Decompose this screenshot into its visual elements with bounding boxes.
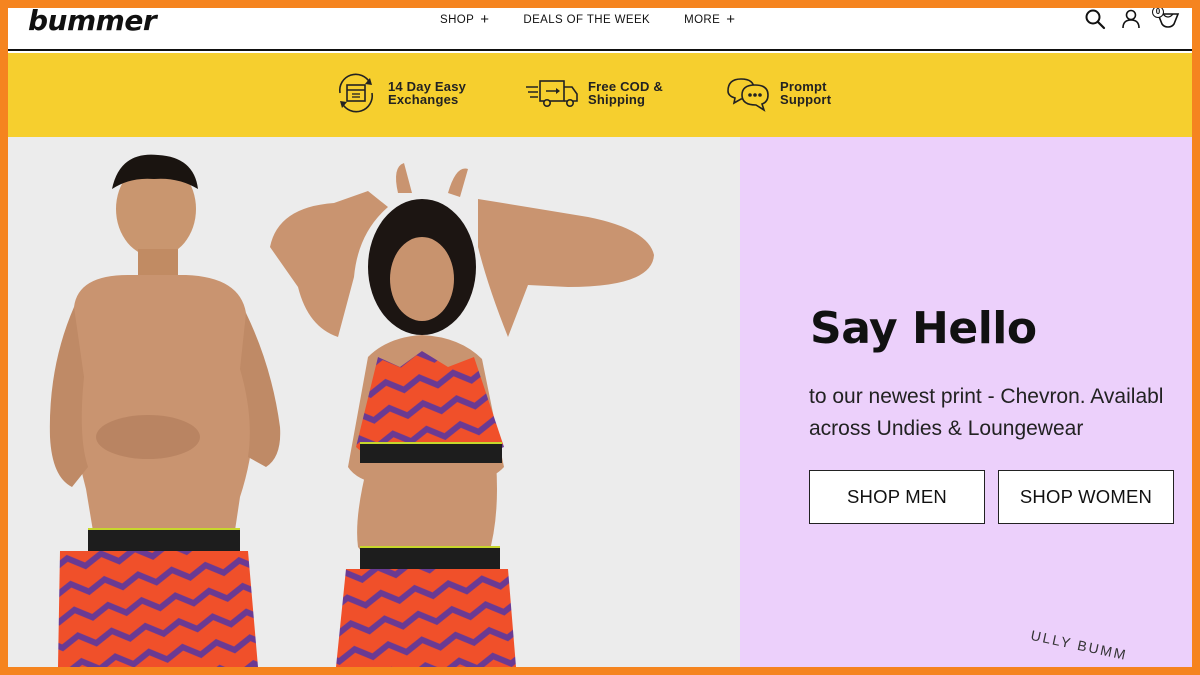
- nav-deals-of-the-week[interactable]: DEALS OF THE WEEK: [523, 12, 650, 28]
- perk-support: Prompt Support: [724, 71, 831, 115]
- hero-models-image[interactable]: [8, 137, 740, 667]
- nav-more[interactable]: MORE +: [684, 12, 735, 28]
- shop-women-button[interactable]: SHOP WOMEN: [998, 470, 1174, 524]
- hero-subtitle-line2: across Undies & Loungewear: [809, 417, 1084, 440]
- hero-headline: Say Hello: [810, 303, 1037, 354]
- brand-logo[interactable]: bummer: [28, 8, 157, 37]
- hero-subtitle-line1: to our newest print - Chevron. Availabl: [809, 385, 1164, 408]
- delivery-truck-icon: [524, 71, 580, 115]
- shop-men-button[interactable]: SHOP MEN: [809, 470, 985, 524]
- page-frame: bummer SHOP + DEALS OF THE WEEK MORE + 0…: [8, 8, 1192, 667]
- nav-shop[interactable]: SHOP +: [440, 12, 489, 28]
- male-model: [49, 154, 281, 667]
- exchange-box-icon: [332, 71, 380, 115]
- nav-more-label: MORE: [684, 14, 721, 26]
- nav-shop-label: SHOP: [440, 14, 475, 26]
- plus-icon: +: [480, 11, 490, 28]
- search-icon[interactable]: [1084, 8, 1106, 30]
- plus-icon: +: [726, 11, 736, 28]
- site-header: bummer SHOP + DEALS OF THE WEEK MORE + 0: [8, 8, 1192, 51]
- header-icons: 0: [1084, 8, 1180, 30]
- perk-shipping: Free COD & Shipping: [524, 71, 663, 115]
- perks-bar: 14 Day Easy Exchanges Free COD & Shippin…: [8, 53, 1192, 137]
- chat-bubbles-icon: [724, 71, 772, 115]
- cart-icon[interactable]: 0: [1152, 8, 1180, 30]
- circular-stamp-text: ULLY BUMM: [1029, 626, 1129, 664]
- perk-shipping-line2: Shipping: [588, 92, 646, 107]
- perk-support-line2: Support: [780, 92, 832, 107]
- nav-deals-label: DEALS OF THE WEEK: [523, 14, 651, 26]
- main-nav: SHOP + DEALS OF THE WEEK MORE +: [440, 12, 769, 28]
- perk-exchanges: 14 Day Easy Exchanges: [332, 71, 466, 115]
- perk-exchanges-line2: Exchanges: [388, 92, 459, 107]
- account-icon[interactable]: [1120, 8, 1142, 30]
- hero-subtitle: to our newest print - Chevron. Availabl …: [809, 381, 1192, 445]
- hero-promo-panel: Say Hello to our newest print - Chevron.…: [740, 137, 1192, 667]
- female-model: [270, 163, 654, 667]
